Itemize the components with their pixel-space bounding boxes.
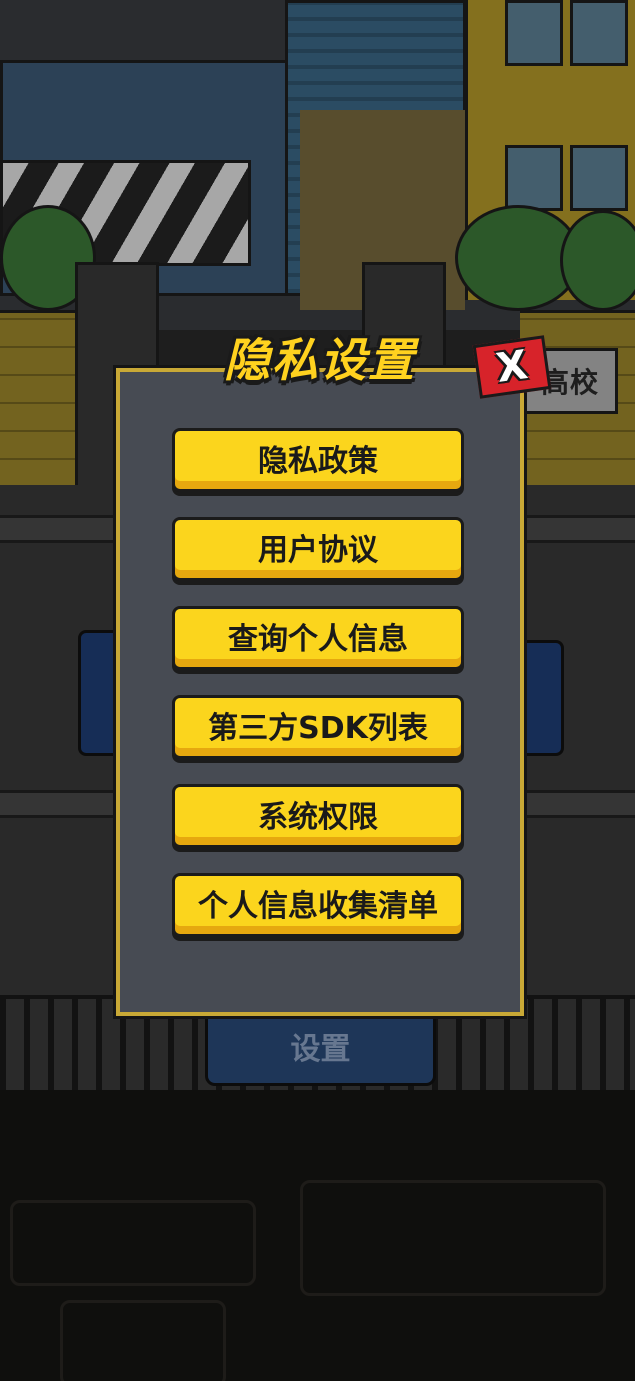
privacy-policy-button[interactable]: 隐私政策 xyxy=(172,428,464,492)
third-party-sdk-list-button[interactable]: 第三方SDK列表 xyxy=(172,695,464,759)
dialog-title: 隐私设置 xyxy=(224,333,416,387)
query-personal-info-button[interactable]: 查询个人信息 xyxy=(172,606,464,670)
system-permissions-button[interactable]: 系统权限 xyxy=(172,784,464,848)
user-agreement-button[interactable]: 用户协议 xyxy=(172,517,464,581)
close-icon: X xyxy=(493,342,531,392)
personal-info-collection-list-button[interactable]: 个人信息收集清单 xyxy=(172,873,464,937)
close-button[interactable]: X xyxy=(472,335,552,399)
